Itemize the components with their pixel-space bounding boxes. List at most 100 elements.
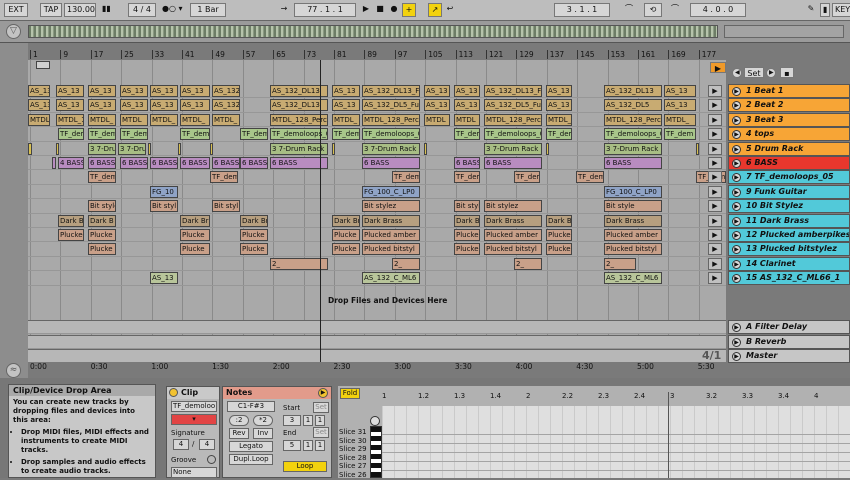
groove-hotswap-icon[interactable] [207,455,216,464]
arrangement-clip[interactable]: Plucke [88,229,116,241]
track-fold-icon[interactable]: ▶ [732,187,741,197]
arrangement-clip[interactable]: Plucke [332,229,360,241]
track-lane[interactable]: Bit style Bit styl Bit styl Bit stylez Bit s… [28,199,726,214]
track-fold-icon[interactable]: ▶ [732,274,741,284]
arrangement-clip[interactable] [696,142,699,155]
punch-in-icon[interactable]: ⌒ [620,3,638,17]
track-play-icon[interactable]: ▶ [708,171,722,184]
track-play-icon[interactable]: ▶ [708,85,722,97]
arrangement-clip[interactable]: Dark Brass [362,214,420,227]
track-title[interactable]: ▶ 10 Bit Stylez [728,199,850,214]
arrangement-clip[interactable]: TF_dem [514,171,540,184]
reverse-button[interactable]: Rev [229,428,249,439]
track-lane[interactable]: AS_13 AS_13 AS_13 AS_13 AS_13 AS_13 AS_132 AS_1… [28,84,726,99]
overdub-icon[interactable]: + [402,3,416,17]
track-fold-icon[interactable]: ▶ [732,202,741,212]
arrangement-clip[interactable]: Dark Br [180,214,210,227]
arrangement-clip[interactable]: AS_13 [180,85,210,97]
arrangement-clip[interactable]: 3 7-Drum [118,142,146,155]
arrangement-clip[interactable]: Plucke [180,229,210,241]
arrangement-clip[interactable]: AS_13 [28,85,50,97]
arrangement-clip[interactable]: TF_dem [392,171,420,184]
track-lane[interactable]: 2_ 2_ 2_ 2_ [28,257,726,272]
return-fold-icon[interactable]: ▶ [732,352,741,361]
track-fold-icon[interactable]: ▶ [732,259,741,269]
track-lane[interactable]: PluckedPluckePluckePluckePluckePlucked a… [28,228,726,243]
arrangement-clip[interactable]: AS_13 [56,99,84,112]
track-lane[interactable]: 4 BASS 6 BASS 6 BASS 6 BASS 6 BASS 6 BASS 6 BA… [28,156,726,171]
arrangement-clip[interactable]: TF_dem [454,128,480,141]
track-play-icon[interactable]: ▶ [708,99,722,112]
arrangement-clip[interactable]: Plucked bitstyl [362,243,420,256]
end-beat-field[interactable]: 1 [303,440,313,451]
hide-browser-icon[interactable]: ▽ [6,24,21,39]
arrangement-clip[interactable]: Plucke [546,229,572,241]
halve-button[interactable]: :2 [229,415,249,426]
arrangement-clip[interactable]: MTDL_128_Perc [362,113,420,126]
return-fold-icon[interactable]: ▶ [732,337,741,347]
track-title[interactable]: ▶ 13 Plucked bitstylez [728,242,850,257]
track-play-icon[interactable]: ▶ [708,157,722,169]
arrangement-clip[interactable] [28,142,32,155]
draw-mode-icon[interactable]: ✎ [804,3,818,17]
arrangement-clip[interactable]: MTDL_ [332,113,360,126]
arrangement-clip[interactable]: Plucked bitstyl [604,243,662,256]
follow-icon[interactable]: → [278,3,290,17]
loop-marker[interactable] [668,392,669,478]
track-play-icon[interactable]: ▶ [708,185,722,198]
arrangement-clip[interactable]: AS_132_C_ML6 [604,272,662,285]
arrangement-clip[interactable]: 4 BASS [58,157,84,169]
arrangement-clip[interactable]: Dark B [88,214,116,227]
arrangement-clip[interactable]: AS_132 [212,99,240,112]
stop-icon[interactable]: ■ [374,3,386,17]
start-bar-field[interactable]: 3 [283,415,301,426]
tap-tempo-button[interactable]: TAP [40,3,62,17]
arrangement-clip[interactable]: AS_132_DL5_Fu [484,99,542,112]
track-fold-icon[interactable]: ▶ [732,115,741,125]
end-sixteenth-field[interactable]: 1 [315,440,325,451]
arrangement-clip[interactable]: FG_100_C_LP0 [362,185,420,198]
track-title[interactable]: ▶ 5 Drum Rack [728,141,850,156]
return-lane[interactable] [28,349,726,362]
arrangement-clip[interactable]: AS_13 [546,85,572,97]
loop-switch-icon[interactable]: ⟲ [644,3,662,17]
arrangement-clip[interactable]: Bit stylez [362,200,420,213]
arrangement-clip[interactable]: TF_dem [576,171,604,184]
arrangement-clip[interactable]: Plucked amber [484,229,542,241]
track-lane[interactable]: Plucke Plucke Plucke Plucke Plucked bitstyl P… [28,242,726,257]
overview-strip[interactable] [28,25,718,38]
arrangement-clip[interactable]: Plucked amber [604,229,662,241]
arrangement-clip[interactable]: 2_ [514,257,542,270]
metronome-icon[interactable]: ●○ ▾ [160,3,184,17]
arrangement-clip[interactable]: AS_13 [332,85,360,97]
track-play-icon[interactable]: ▶ [708,229,722,241]
track-title[interactable]: ▶ 14 Clarinet [728,256,850,271]
editor-ruler[interactable]: 11.21.31.422.22.32.433.23.33.444.2 [382,392,850,404]
arrangement-clip[interactable]: 6 BASS [180,157,210,169]
arrangement-clip[interactable]: Dark Br [332,214,360,227]
arrangement-clip[interactable]: Dark Brass [604,214,662,227]
arrangement-clip[interactable]: TF_demoloops_0 [362,128,420,141]
start-sixteenth-field[interactable]: 1 [315,415,325,426]
arrangement-clip[interactable]: TF_dem [664,128,696,141]
arrangement-clip[interactable]: TF_dem [332,128,360,141]
signature-numerator[interactable]: 4 [173,439,189,450]
arrangement-clip[interactable]: AS_13 [88,99,116,112]
track-play-icon[interactable]: ▶ [708,272,722,285]
groove-dropdown[interactable]: None [171,467,217,478]
track-fold-icon[interactable]: ▶ [732,130,741,140]
track-lane[interactable]: AS_13 AS_132_C_ML6 AS_132_C_ML6 [28,271,726,286]
arrangement-clip[interactable]: AS_13 [454,85,480,97]
time-signature-field[interactable]: 4 / 4 [128,3,156,17]
track-title[interactable]: ▶ 1 Beat 1 [728,84,850,98]
arrangement-clip[interactable]: 2_ [604,257,636,270]
arrangement-clip[interactable]: TF_dem [546,128,572,141]
arrangement-clip[interactable]: Plucke [546,243,572,256]
return-lane[interactable] [28,334,726,349]
arrangement-clip[interactable]: MTDL_1 [56,113,84,126]
arrangement-clip[interactable]: AS_132_C_ML6 [362,272,420,285]
track-fold-icon[interactable]: ▶ [732,144,741,154]
track-play-icon[interactable]: ▶ [708,214,722,227]
track-fold-icon[interactable]: ▶ [732,87,741,96]
arrangement-clip[interactable]: MTDL [120,113,148,126]
